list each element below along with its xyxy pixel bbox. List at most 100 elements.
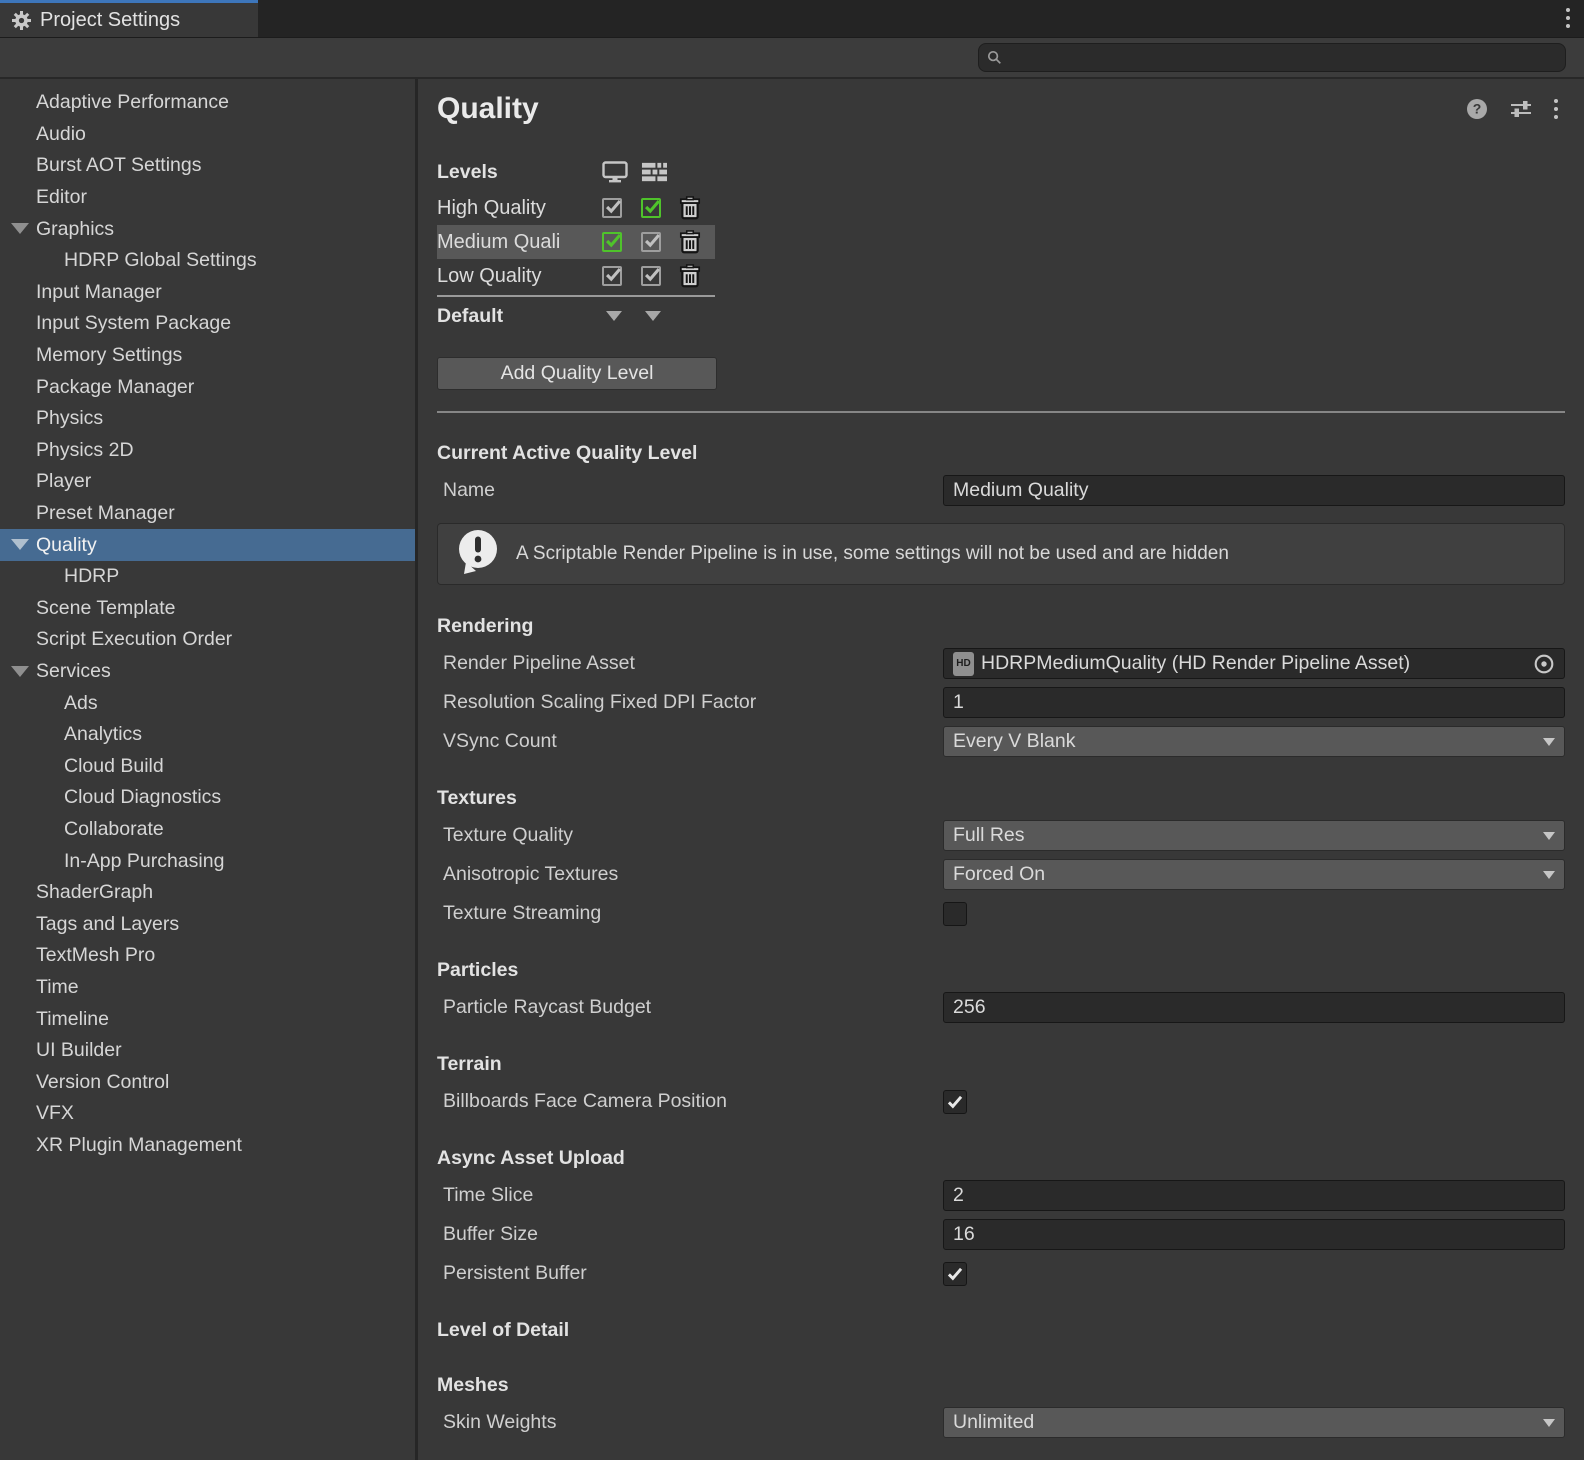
sidebar-item-memory-settings[interactable]: Memory Settings	[0, 340, 415, 372]
vsync-count-dropdown[interactable]: Every V Blank	[943, 726, 1565, 757]
sidebar-item-ui-builder[interactable]: UI Builder	[0, 1035, 415, 1067]
server-checkbox[interactable]	[641, 232, 661, 252]
chevron-down-icon	[1543, 1419, 1555, 1427]
sidebar-item-input-manager[interactable]: Input Manager	[0, 277, 415, 309]
levels-table: High Quality Medium Quali Low Quality	[437, 191, 1565, 293]
sidebar-item-services[interactable]: Services	[0, 656, 415, 688]
sidebar-item-quality[interactable]: Quality	[0, 529, 415, 561]
sidebar-item-preset-manager[interactable]: Preset Manager	[0, 498, 415, 530]
sidebar-item-label: HDRP	[0, 565, 119, 588]
window-menu-icon[interactable]	[1566, 8, 1570, 28]
sidebar-item-textmesh-pro[interactable]: TextMesh Pro	[0, 940, 415, 972]
sidebar-item-graphics[interactable]: Graphics	[0, 213, 415, 245]
help-icon[interactable]: ?	[1466, 98, 1488, 120]
form-row-resolution-scaling-fixed-dpi-factor: Resolution Scaling Fixed DPI Factor	[437, 687, 1565, 718]
trash-icon[interactable]	[679, 196, 701, 220]
sidebar-item-editor[interactable]: Editor	[0, 182, 415, 214]
default-desktop-dropdown-icon[interactable]	[606, 311, 622, 321]
section-heading-level-of-detail: Level of Detail	[437, 1316, 1565, 1344]
name-input[interactable]	[943, 475, 1565, 506]
desktop-checkbox[interactable]	[602, 266, 622, 286]
sidebar-item-hdrp[interactable]: HDRP	[0, 561, 415, 593]
sidebar-item-physics-2d[interactable]: Physics 2D	[0, 435, 415, 467]
sidebar-item-version-control[interactable]: Version Control	[0, 1066, 415, 1098]
server-checkbox[interactable]	[641, 266, 661, 286]
form-row-persistent-buffer: Persistent Buffer	[437, 1258, 1565, 1289]
add-quality-level-button[interactable]: Add Quality Level	[437, 357, 717, 390]
resolution-scaling-fixed-dpi-factor-input[interactable]	[943, 687, 1565, 718]
sidebar-item-physics[interactable]: Physics	[0, 403, 415, 435]
sidebar-item-cloud-build[interactable]: Cloud Build	[0, 750, 415, 782]
sidebar-item-hdrp-global-settings[interactable]: HDRP Global Settings	[0, 245, 415, 277]
sidebar-item-cloud-diagnostics[interactable]: Cloud Diagnostics	[0, 782, 415, 814]
dropdown-value: Unlimited	[953, 1411, 1034, 1434]
trash-icon[interactable]	[679, 230, 701, 254]
render-pipeline-asset-object-field[interactable]: HDHDRPMediumQuality (HD Render Pipeline …	[943, 648, 1565, 679]
sidebar-item-in-app-purchasing[interactable]: In-App Purchasing	[0, 845, 415, 877]
desktop-checkbox[interactable]	[602, 232, 622, 252]
form-row-skin-weights: Skin WeightsUnlimited	[437, 1407, 1565, 1438]
svg-text:?: ?	[1473, 101, 1482, 117]
sidebar-item-time[interactable]: Time	[0, 972, 415, 1004]
anisotropic-textures-dropdown[interactable]: Forced On	[943, 859, 1565, 890]
sidebar-item-package-manager[interactable]: Package Manager	[0, 371, 415, 403]
quality-level-row-low-quality[interactable]: Low Quality	[437, 259, 715, 293]
chevron-down-icon	[1543, 738, 1555, 746]
sidebar-item-scene-template[interactable]: Scene Template	[0, 593, 415, 625]
texture-streaming-checkbox[interactable]	[943, 902, 967, 926]
sidebar-item-burst-aot-settings[interactable]: Burst AOT Settings	[0, 150, 415, 182]
skin-weights-dropdown[interactable]: Unlimited	[943, 1407, 1565, 1438]
sidebar-item-label: Editor	[0, 186, 87, 209]
default-server-dropdown-icon[interactable]	[645, 311, 661, 321]
sidebar-item-player[interactable]: Player	[0, 466, 415, 498]
expand-triangle-icon[interactable]	[11, 666, 29, 677]
sidebar-item-timeline[interactable]: Timeline	[0, 1003, 415, 1035]
expand-triangle-icon[interactable]	[11, 223, 29, 234]
section-heading-meshes: Meshes	[437, 1371, 1565, 1399]
sidebar-item-shadergraph[interactable]: ShaderGraph	[0, 877, 415, 909]
section-heading-async-asset-upload: Async Asset Upload	[437, 1144, 1565, 1172]
section-heading-particles: Particles	[437, 956, 1565, 984]
panel-menu-icon[interactable]	[1554, 99, 1558, 119]
sidebar-item-label: Cloud Build	[0, 755, 164, 778]
persistent-buffer-checkbox[interactable]	[943, 1262, 967, 1286]
sidebar-item-audio[interactable]: Audio	[0, 119, 415, 151]
sidebar-item-adaptive-performance[interactable]: Adaptive Performance	[0, 87, 415, 119]
expand-triangle-icon[interactable]	[11, 539, 29, 550]
tab-project-settings[interactable]: Project Settings	[0, 0, 258, 37]
time-slice-input[interactable]	[943, 1180, 1565, 1211]
sidebar-item-xr-plugin-management[interactable]: XR Plugin Management	[0, 1130, 415, 1162]
sidebar-item-label: ShaderGraph	[0, 881, 153, 904]
form-row-render-pipeline-asset: Render Pipeline AssetHDHDRPMediumQuality…	[437, 648, 1565, 679]
chevron-down-icon	[1543, 871, 1555, 879]
search-input[interactable]	[1008, 48, 1557, 68]
sidebar-item-label: Player	[0, 470, 91, 493]
dropdown-value: Full Res	[953, 824, 1025, 847]
object-picker-icon[interactable]	[1533, 653, 1555, 675]
levels-heading: Levels	[437, 161, 602, 184]
field-label: Time Slice	[437, 1184, 943, 1207]
sidebar-item-analytics[interactable]: Analytics	[0, 719, 415, 751]
sidebar-item-script-execution-order[interactable]: Script Execution Order	[0, 624, 415, 656]
billboards-face-camera-position-checkbox[interactable]	[943, 1090, 967, 1114]
quality-level-row-medium-quali[interactable]: Medium Quali	[437, 225, 715, 259]
trash-icon[interactable]	[679, 264, 701, 288]
field-label: Buffer Size	[437, 1223, 943, 1246]
sidebar-item-label: UI Builder	[0, 1039, 122, 1062]
texture-quality-dropdown[interactable]: Full Res	[943, 820, 1565, 851]
particle-raycast-budget-input[interactable]	[943, 992, 1565, 1023]
presets-icon[interactable]	[1510, 99, 1532, 119]
sidebar-item-vfx[interactable]: VFX	[0, 1098, 415, 1130]
quality-level-name: Low Quality	[437, 265, 602, 288]
quality-level-row-high-quality[interactable]: High Quality	[437, 191, 715, 225]
sidebar-item-label: TextMesh Pro	[0, 944, 155, 967]
sidebar-item-tags-and-layers[interactable]: Tags and Layers	[0, 908, 415, 940]
sidebar-item-input-system-package[interactable]: Input System Package	[0, 308, 415, 340]
server-checkbox[interactable]	[641, 198, 661, 218]
field-label: Render Pipeline Asset	[437, 652, 943, 675]
search-box[interactable]	[978, 43, 1566, 72]
desktop-checkbox[interactable]	[602, 198, 622, 218]
sidebar-item-ads[interactable]: Ads	[0, 687, 415, 719]
buffer-size-input[interactable]	[943, 1219, 1565, 1250]
sidebar-item-collaborate[interactable]: Collaborate	[0, 814, 415, 846]
